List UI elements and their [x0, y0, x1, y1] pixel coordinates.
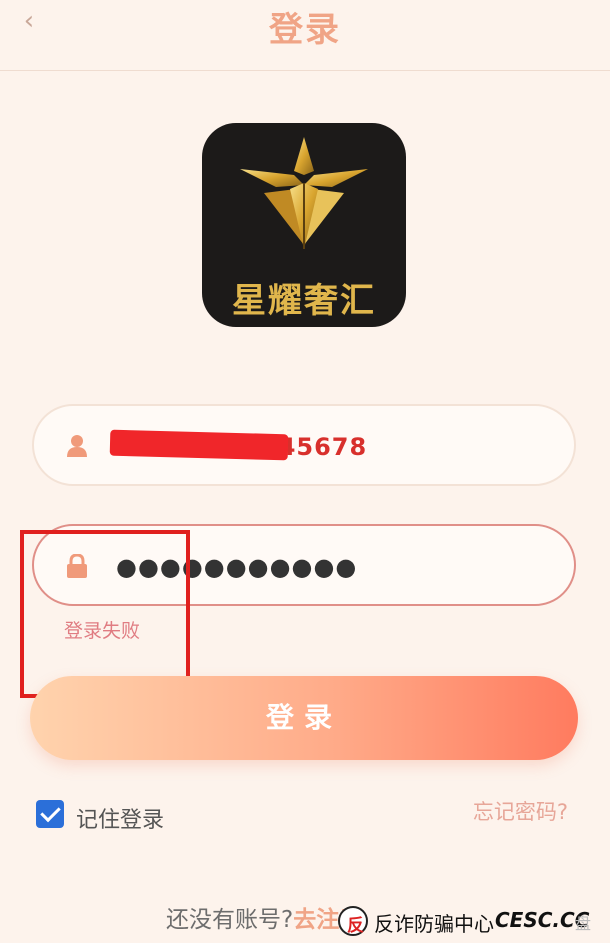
watermark-text: 反诈防骗中心	[374, 912, 494, 936]
login-button[interactable]: 登录	[30, 676, 578, 760]
header-bar: ‹ 登录	[0, 0, 610, 71]
forgot-password-link[interactable]: 忘记密码?	[473, 796, 568, 826]
app-logo: 星耀奢汇	[202, 123, 406, 327]
anti-fraud-logo-icon: 反	[338, 906, 368, 936]
watermark-logo-letter: 反	[347, 916, 364, 936]
redaction-mark	[109, 429, 289, 461]
page-title: 登录	[269, 10, 341, 50]
watermark: 反 反诈防骗中心 CESC.CC 盘	[338, 902, 610, 940]
annotation-box	[20, 530, 190, 698]
remember-label: 记住登录	[76, 808, 165, 833]
remember-checkbox[interactable]	[36, 800, 64, 828]
watermark-extra: 盘	[575, 914, 592, 933]
user-icon	[67, 435, 87, 457]
register-prompt: 还没有账号?去注册	[166, 900, 362, 934]
register-prompt-text: 还没有账号?	[166, 907, 294, 933]
logo-text: 星耀奢汇	[232, 281, 376, 321]
